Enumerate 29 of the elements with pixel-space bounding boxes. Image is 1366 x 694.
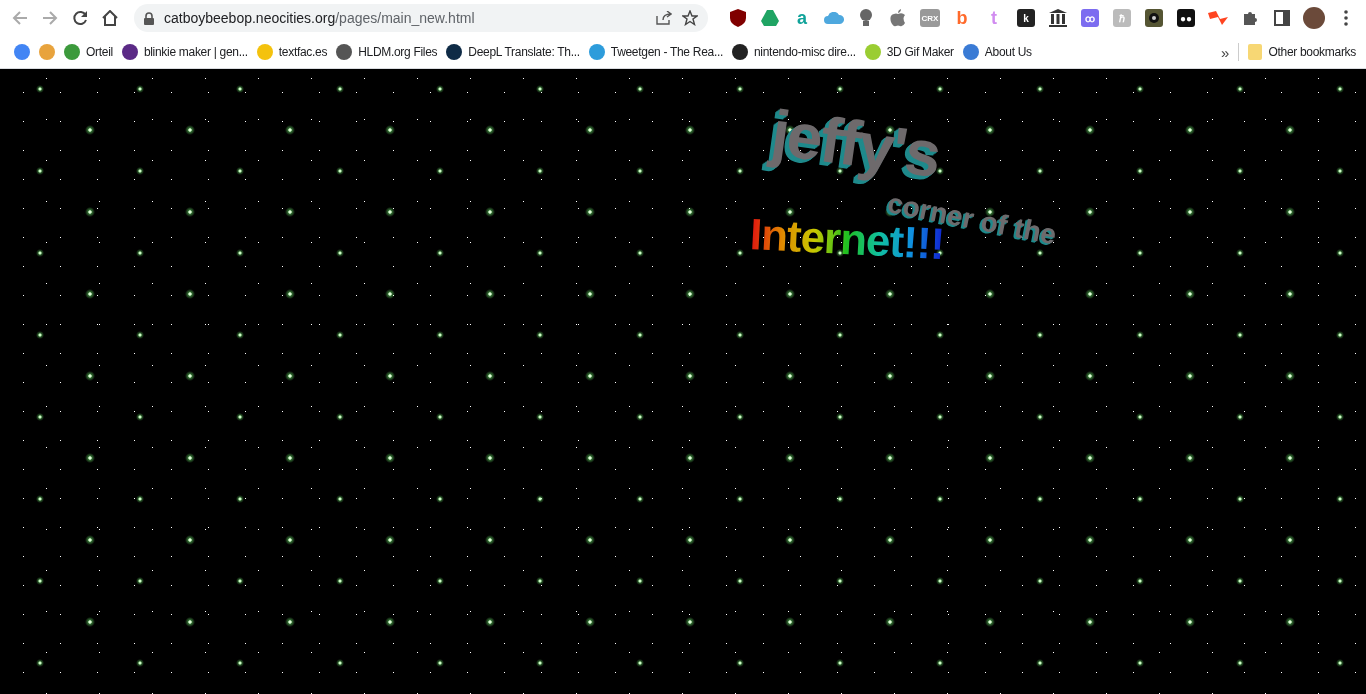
side-panel-icon[interactable] [1274,10,1290,26]
bookmark[interactable]: HLDM.org Files [332,40,442,64]
home-icon [101,10,119,26]
bolt-icon[interactable] [1208,11,1228,25]
address-bar[interactable]: catboybeebop.neocities.org/pages/main_new.html [134,4,708,32]
bookmark[interactable]: textfac.es [252,40,332,64]
reload-icon [72,10,88,26]
puzzle-icon[interactable] [1242,10,1258,26]
other-bookmarks-folder[interactable]: Other bookmarks [1244,40,1360,64]
bookmark[interactable]: blinkie maker | gen... [117,40,252,64]
url-text: catboybeebop.neocities.org/pages/main_new.html [164,10,476,26]
folder-icon [1248,44,1263,60]
forward-arrow-icon [42,10,58,26]
cloud-icon[interactable] [824,12,844,24]
bookmark[interactable]: 3D Gif Maker [860,40,958,64]
bookmark[interactable]: About Us [958,40,1036,64]
bookmark[interactable]: Tweetgen - The Rea... [584,40,727,64]
menu-icon[interactable] [1344,10,1348,26]
avatar-icon[interactable] [1303,7,1325,29]
bulb-icon[interactable] [860,9,872,27]
title-text: jeffy's [766,95,944,193]
bookmark[interactable]: Orteil [60,40,117,64]
share-icon[interactable] [656,11,672,25]
lock-icon [144,11,154,25]
bookmark[interactable]: DeepL Translate: Th... [442,40,584,64]
star-icon[interactable] [682,10,698,26]
back-arrow-icon [12,10,28,26]
bookmark[interactable]: nintendo-misc dire... [728,40,860,64]
more-bookmarks-button[interactable]: » [1217,43,1234,61]
